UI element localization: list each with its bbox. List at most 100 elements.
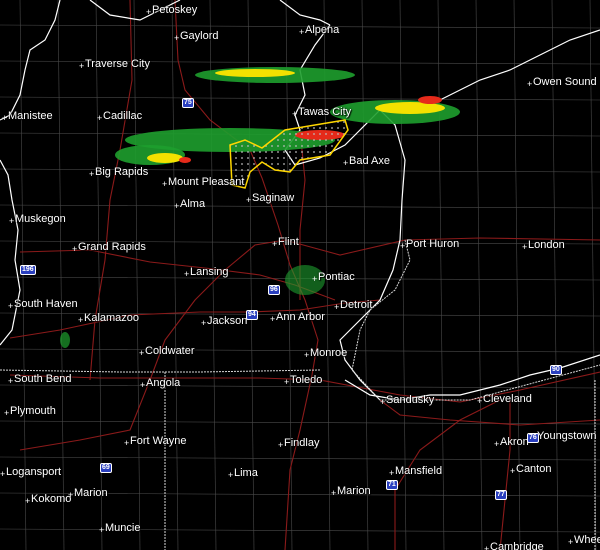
city-label-kalamazoo: Kalamazoo <box>84 312 140 324</box>
interstate-shield-196: 196 <box>20 265 36 275</box>
city-label-big-rapids: Big Rapids <box>95 166 149 178</box>
city-label-logansport: Logansport <box>6 466 62 478</box>
city-marker-wheeling: + <box>568 537 574 547</box>
city-marker-lansing: + <box>184 269 190 279</box>
city-marker-ann-arbor: + <box>270 314 276 324</box>
ontario-shore <box>419 29 600 111</box>
city-label-south-haven: South Haven <box>14 298 78 310</box>
city-label-traverse-city: Traverse City <box>85 58 150 70</box>
city-label-cleveland: Cleveland <box>483 393 532 405</box>
radar-echo-east-core <box>375 102 445 114</box>
city-marker-angola: + <box>140 380 146 390</box>
city-label-akron: Akron <box>500 436 529 448</box>
city-marker-south-bend: + <box>8 376 14 386</box>
city-label-angola: Angola <box>146 377 181 389</box>
city-label-marion-oh: Marion <box>337 485 371 497</box>
city-marker-alpena: + <box>299 27 305 37</box>
city-marker-kokomo: + <box>25 496 31 506</box>
city-label-alpena: Alpena <box>305 24 340 36</box>
lake-michigan-shore <box>0 0 61 346</box>
radar-echo-west-core <box>147 153 183 163</box>
interstate-shield-76: 76 <box>527 433 539 443</box>
city-marker-saginaw: + <box>246 195 252 205</box>
county-line <box>0 348 600 353</box>
interstate-shield-75: 75 <box>182 98 194 108</box>
radar-echo-heavy-east2 <box>418 96 442 104</box>
city-marker-port-huron: + <box>400 241 406 251</box>
city-marker-bad-axe: + <box>343 158 349 168</box>
city-marker-kalamazoo: + <box>78 315 84 325</box>
city-marker-sandusky: + <box>380 397 386 407</box>
city-marker-gaylord: + <box>174 33 180 43</box>
radar-echo-blip <box>60 332 70 348</box>
city-marker-mount-pleasant: + <box>162 179 168 189</box>
lake-erie-shore <box>344 354 600 401</box>
city-label-mansfield: Mansfield <box>395 465 443 477</box>
city-marker-marion-in: + <box>68 490 74 500</box>
city-label-kokomo: Kokomo <box>31 493 72 505</box>
city-label-cambridge: Cambridge <box>490 541 544 550</box>
city-label-manistee: Manistee <box>8 110 53 122</box>
city-marker-flint: + <box>272 239 278 249</box>
city-marker-traverse-city: + <box>79 61 85 71</box>
city-label-owen-sound: Owen Sound <box>533 76 597 88</box>
city-label-saginaw: Saginaw <box>252 192 295 204</box>
interstate-shield-94: 94 <box>246 310 258 320</box>
radar-echo-north-core <box>215 69 295 77</box>
city-marker-grand-rapids: + <box>72 244 78 254</box>
city-marker-coldwater: + <box>139 348 145 358</box>
city-label-lima: Lima <box>234 467 258 479</box>
interstate-shield-96: 96 <box>268 285 280 295</box>
interstate-shield-90: 90 <box>550 365 562 375</box>
city-label-ann-arbor: Ann Arbor <box>276 311 325 323</box>
city-marker-cambridge: + <box>484 544 490 550</box>
county-line <box>475 0 483 550</box>
city-label-alma: Alma <box>180 198 206 210</box>
city-label-fort-wayne: Fort Wayne <box>130 435 187 447</box>
city-marker-findlay: + <box>278 440 284 450</box>
city-marker-alma: + <box>174 201 180 211</box>
city-label-toledo: Toledo <box>290 374 323 386</box>
city-label-muncie: Muncie <box>105 522 141 534</box>
city-label-jackson: Jackson <box>207 315 248 327</box>
highway-i77 <box>499 400 511 550</box>
city-label-port-huron: Port Huron <box>406 238 460 250</box>
city-label-mount-pleasant: Mount Pleasant <box>168 176 245 188</box>
city-marker-fort-wayne: + <box>124 438 130 448</box>
county-line <box>361 0 369 550</box>
interstate-shield-71: 71 <box>386 480 398 490</box>
city-marker-logansport: + <box>0 469 6 479</box>
city-marker-mansfield: + <box>389 468 395 478</box>
county-line <box>0 204 600 209</box>
city-label-london: London <box>528 239 565 251</box>
city-label-cadillac: Cadillac <box>103 110 143 122</box>
city-marker-pontiac: + <box>312 274 318 284</box>
city-marker-plymouth: + <box>4 408 10 418</box>
city-label-youngstown: Youngstown <box>537 430 597 442</box>
city-label-flint: Flint <box>278 236 299 248</box>
city-label-coldwater: Coldwater <box>145 345 195 357</box>
city-marker-big-rapids: + <box>89 169 95 179</box>
city-label-plymouth: Plymouth <box>10 405 56 417</box>
city-marker-cleveland: + <box>477 396 483 406</box>
city-label-south-bend: South Bend <box>14 373 72 385</box>
county-line <box>0 456 600 461</box>
city-label-marion-in: Marion <box>74 487 108 499</box>
city-marker-lima: + <box>228 470 234 480</box>
county-line <box>0 528 600 533</box>
city-marker-detroit: + <box>334 302 340 312</box>
city-label-gaylord: Gaylord <box>180 30 219 42</box>
city-label-lansing: Lansing <box>190 266 229 278</box>
city-label-detroit: Detroit <box>340 299 373 311</box>
city-label-wheeling: Wheeling <box>574 534 600 546</box>
city-marker-south-haven: + <box>8 301 14 311</box>
city-marker-london: + <box>522 242 528 252</box>
city-marker-toledo: + <box>284 377 290 387</box>
interstate-shield-69: 69 <box>100 463 112 473</box>
city-marker-tawas-city: + <box>292 109 298 119</box>
interstate-shield-77: 77 <box>495 490 507 500</box>
city-label-muskegon: Muskegon <box>15 213 66 225</box>
county-line <box>0 96 600 101</box>
city-label-bad-axe: Bad Axe <box>349 155 390 167</box>
city-marker-cadillac: + <box>97 113 103 123</box>
